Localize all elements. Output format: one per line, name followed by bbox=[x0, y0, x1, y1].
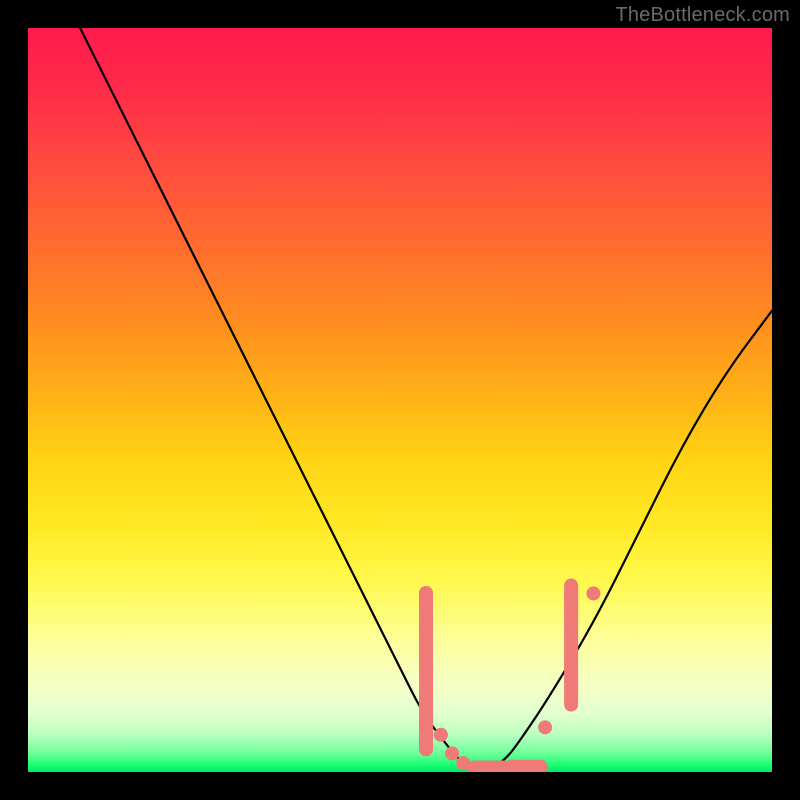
chart-stage: TheBottleneck.com bbox=[0, 0, 800, 800]
left-dot-1 bbox=[434, 728, 448, 742]
left-dot-2 bbox=[445, 746, 459, 760]
left-band-marker bbox=[419, 586, 433, 756]
bottom-band-2 bbox=[504, 760, 548, 772]
right-dot-1 bbox=[538, 720, 552, 734]
watermark-text: TheBottleneck.com bbox=[615, 4, 790, 27]
right-band-marker bbox=[564, 579, 578, 712]
curve-layer bbox=[28, 28, 772, 772]
right-dot-2 bbox=[586, 586, 600, 600]
plot-area bbox=[28, 28, 772, 772]
